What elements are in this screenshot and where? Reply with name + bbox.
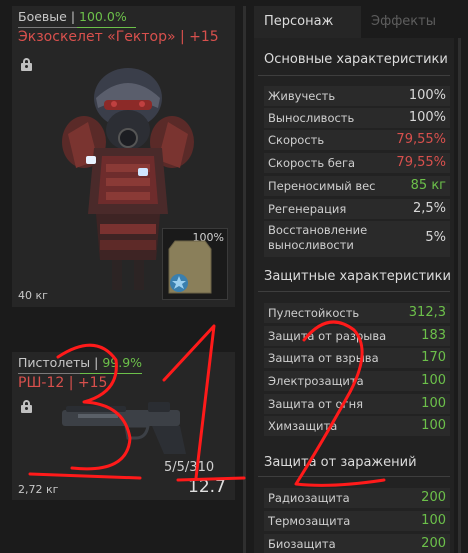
stat-label: Выносливость xyxy=(268,111,355,125)
armor-plate-slot[interactable]: 100% xyxy=(162,228,228,300)
stat-row: Переносимый вес 85 кг xyxy=(264,176,450,196)
stat-value: 100% xyxy=(408,88,446,103)
divider xyxy=(258,75,450,76)
stat-row: Защита от разрыва 183 xyxy=(264,326,450,346)
stat-value: 100 xyxy=(421,373,446,388)
weapon-name: РШ-12 | +15 xyxy=(18,375,108,391)
stat-value: 200 xyxy=(421,536,446,551)
stat-value: 85 кг xyxy=(410,178,446,193)
tab-character[interactable]: Персонаж xyxy=(254,6,361,38)
stat-value: 5% xyxy=(425,230,446,245)
stat-row: Пулестойкость 312,3 xyxy=(264,303,450,323)
armor-plate-icon xyxy=(168,240,212,294)
stat-label: Электрозащита xyxy=(268,374,364,388)
armor-durability: 100.0% xyxy=(79,9,127,24)
lock-icon xyxy=(21,400,32,413)
stat-value: 100 xyxy=(421,513,446,528)
weapon-category: Пистолеты xyxy=(18,355,91,370)
stat-row: Скорость 79,55% xyxy=(264,130,450,150)
weapon-durability: 99.9% xyxy=(102,355,143,370)
stat-label: Восстановление выносливости xyxy=(268,223,368,252)
stat-label: Биозащита xyxy=(268,537,336,551)
stat-value: 170 xyxy=(421,350,446,365)
armor-slot[interactable]: Боевые | 100.0% Экзоскелет «Гектор» | +1… xyxy=(12,6,235,307)
stat-label: Защита от огня xyxy=(268,397,364,411)
stat-label: Химзащита xyxy=(268,419,338,433)
stat-row: Химзащита 100 xyxy=(264,416,450,436)
stat-value: 312,3 xyxy=(408,305,446,320)
stat-label: Термозащита xyxy=(268,514,351,528)
stat-label: Скорость бега xyxy=(268,156,356,170)
weapon-ammo: 5/5/310 xyxy=(164,460,215,475)
stat-value: 79,55% xyxy=(396,132,446,147)
stat-value: 79,55% xyxy=(396,155,446,170)
lock-icon xyxy=(21,58,32,71)
stat-row: Живучесть 100% xyxy=(264,86,450,106)
stat-value: 100 xyxy=(421,396,446,411)
stat-value: 2,5% xyxy=(412,201,446,216)
stat-label: Переносимый вес xyxy=(268,179,376,193)
stat-row: Выносливость 100% xyxy=(264,108,450,128)
stat-row: Регенерация 2,5% xyxy=(264,199,450,219)
weapon-mag: 12.7 xyxy=(188,477,226,497)
armor-header: Боевые | 100.0% Экзоскелет «Гектор» | +1… xyxy=(12,6,235,50)
scrollbar[interactable] xyxy=(458,38,461,553)
divider xyxy=(258,291,450,292)
stat-label: Защита от взрыва xyxy=(268,351,379,365)
stat-row: Электрозащита 100 xyxy=(264,371,450,391)
weapon-separator: | xyxy=(94,355,99,370)
stat-value: 183 xyxy=(421,328,446,343)
stat-row: Биозащита 200 xyxy=(264,534,450,553)
weapon-header: Пистолеты | 99.9% РШ-12 | +15 xyxy=(12,352,235,396)
stats-panel: Основные характеристики Живучесть 100% В… xyxy=(254,38,454,553)
stat-label: Радиозащита xyxy=(268,491,350,505)
weapon-weight: 2,72 кг xyxy=(18,483,59,496)
section-title-contamination: Защита от заражений xyxy=(264,455,417,470)
stat-label: Защита от разрыва xyxy=(268,329,387,343)
stat-label: Пулестойкость xyxy=(268,306,360,320)
stat-row: Защита от взрыва 170 xyxy=(264,348,450,368)
tab-effects[interactable]: Эффекты xyxy=(361,6,468,38)
divider xyxy=(258,476,450,477)
stat-label: Скорость xyxy=(268,133,325,147)
armor-separator: | xyxy=(70,9,76,24)
armor-weight: 40 кг xyxy=(18,289,48,302)
weapon-slot[interactable]: Пистолеты | 99.9% РШ-12 | +15 2,72 кг 5/… xyxy=(12,352,235,500)
stat-row: Защита от огня 100 xyxy=(264,394,450,414)
stat-value: 100 xyxy=(421,418,446,433)
section-title-basic: Основные характеристики xyxy=(264,52,448,67)
stat-label: Живучесть xyxy=(268,89,336,103)
stat-row: Термозащита 100 xyxy=(264,511,450,531)
stat-row: Радиозащита 200 xyxy=(264,488,450,508)
section-title-protection: Защитные характеристики xyxy=(264,269,451,284)
stat-label: Регенерация xyxy=(268,202,347,216)
stat-value: 100% xyxy=(408,110,446,125)
scrollbar[interactable] xyxy=(243,6,246,553)
stat-row: Скорость бега 79,55% xyxy=(264,153,450,173)
stat-value: 200 xyxy=(421,490,446,505)
armor-category: Боевые xyxy=(18,9,67,24)
tab-bar: Персонаж Эффекты xyxy=(254,6,468,38)
armor-name: Экзоскелет «Гектор» | +15 xyxy=(18,29,219,45)
weapon-image xyxy=(62,402,186,454)
stat-row: Восстановление выносливости 5% xyxy=(264,221,450,257)
